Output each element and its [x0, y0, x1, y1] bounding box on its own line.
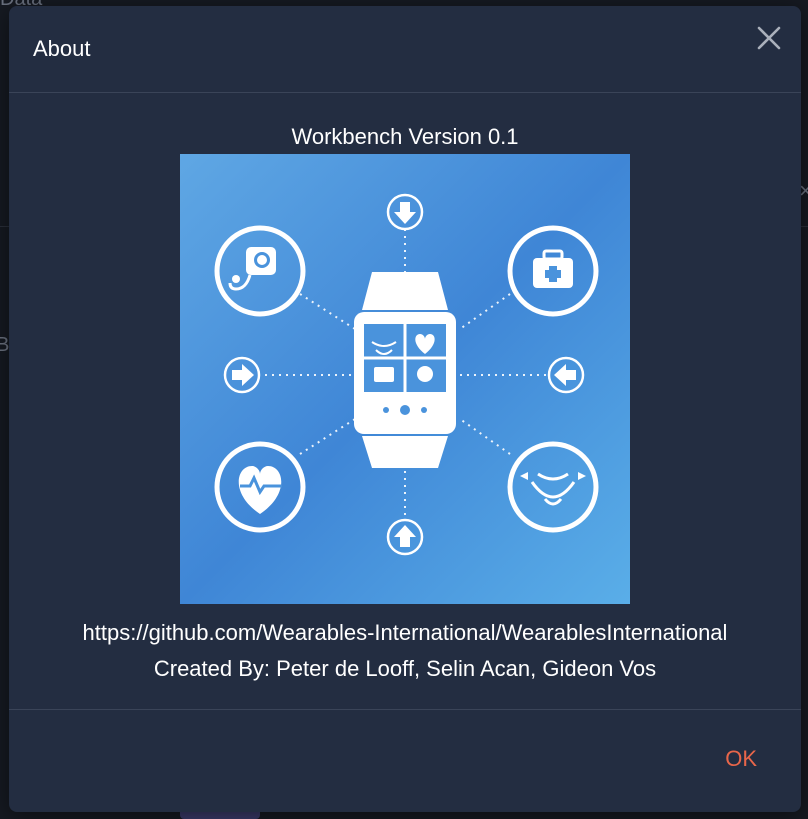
close-icon [757, 26, 781, 50]
dialog-body: Workbench Version 0.1 https://github.com… [9, 94, 801, 709]
version-label: Workbench Version 0.1 [291, 124, 519, 149]
dialog-title: About [33, 36, 91, 61]
smartwatch-health-icon [180, 154, 630, 604]
creators-label: Created By: Peter de Looff, Selin Acan, … [153, 656, 657, 681]
dialog-footer: OK [9, 709, 801, 812]
github-link[interactable]: https://github.com/Wearables-Internation… [9, 620, 801, 646]
about-dialog: About Workbench Version 0.1 https://gith… [9, 6, 801, 812]
dialog-header: About [9, 6, 801, 93]
close-button[interactable] [757, 26, 781, 50]
ok-button[interactable]: OK [725, 746, 757, 772]
